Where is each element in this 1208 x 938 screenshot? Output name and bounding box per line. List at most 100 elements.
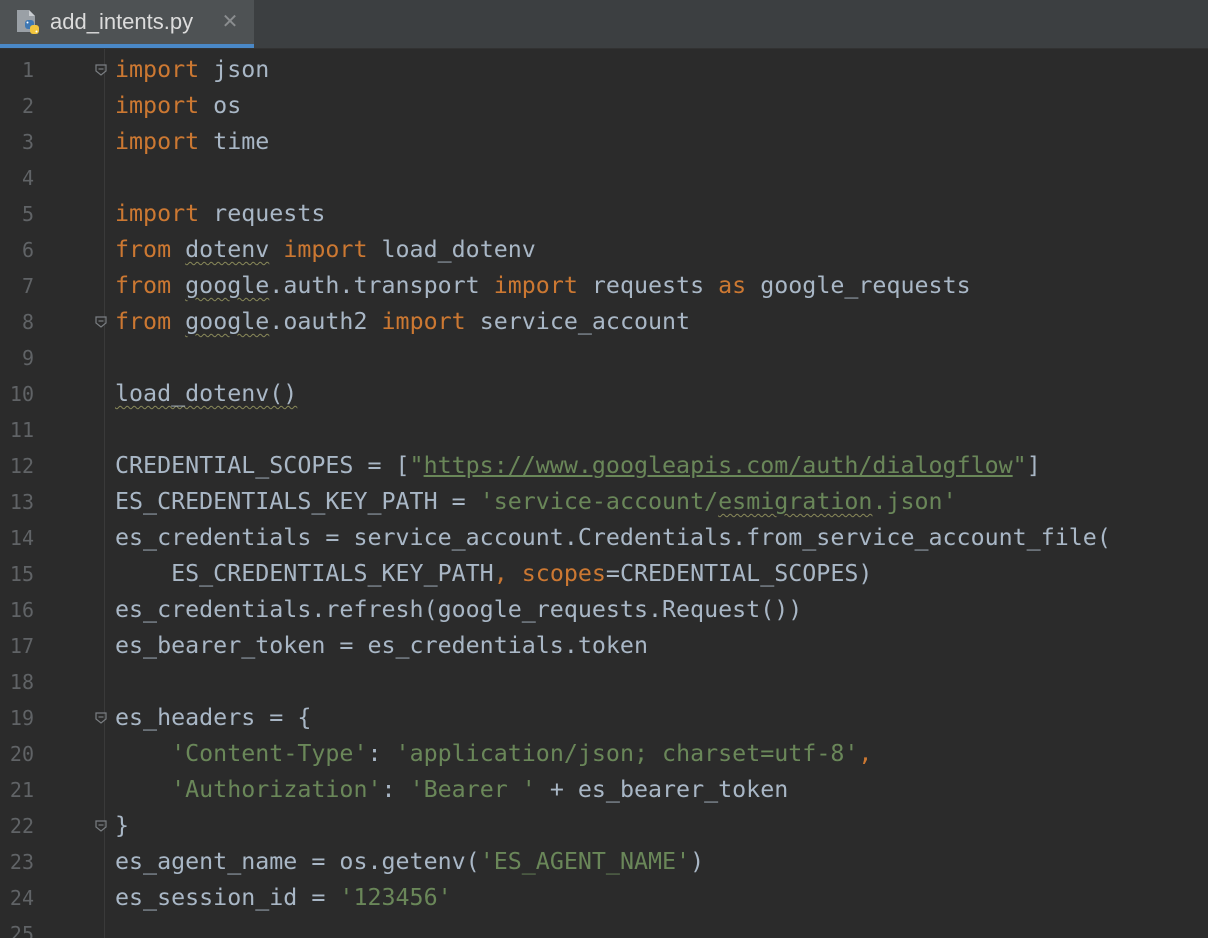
line-number: 8 — [21, 310, 34, 334]
code-token: import — [115, 92, 200, 119]
code-token: es_bearer_token = es_credentials.token — [115, 632, 648, 659]
code-line[interactable]: 18 — [0, 664, 1208, 700]
code-line[interactable]: 8 from google.oauth2 import service_accou… — [0, 304, 1208, 340]
line-number: 18 — [9, 670, 34, 694]
line-number: 15 — [9, 562, 34, 586]
fold-marker-icon[interactable] — [94, 711, 108, 725]
code-text: 'Content-Type': 'application/json; chars… — [115, 736, 872, 772]
code-token: time — [199, 128, 270, 155]
ide-window: add_intents.py ✕ 1 import json 2 import os 3… — [0, 0, 1208, 938]
code-text: ES_CREDENTIALS_KEY_PATH, scopes=CREDENTI… — [115, 556, 872, 592]
code-token: from — [115, 308, 172, 335]
code-text: es_agent_name = os.getenv('ES_AGENT_NAME… — [115, 844, 704, 880]
line-number: 16 — [9, 598, 34, 622]
code-text: from google.oauth2 import service_accoun… — [115, 304, 690, 340]
code-token: 'application/json; charset=utf-8' — [395, 740, 859, 767]
fold-marker-icon[interactable] — [94, 63, 108, 77]
line-number: 9 — [21, 346, 34, 370]
code-token: .oauth2 — [269, 308, 382, 335]
code-text: import json — [115, 52, 269, 88]
fold-marker-icon[interactable] — [94, 819, 108, 833]
code-line[interactable]: 6 from dotenv import load_dotenv — [0, 232, 1208, 268]
code-line[interactable]: 24 es_session_id = '123456' — [0, 880, 1208, 916]
code-token: '123456' — [339, 884, 452, 911]
line-number: 21 — [9, 778, 34, 802]
code-token: ES_CREDENTIALS_KEY_PATH = — [115, 488, 480, 515]
code-line[interactable]: 20 'Content-Type': 'application/json; ch… — [0, 736, 1208, 772]
line-number: 25 — [9, 922, 34, 938]
code-line[interactable]: 17 es_bearer_token = es_credentials.token — [0, 628, 1208, 664]
code-token: load_dotenv — [367, 236, 536, 263]
code-text: es_headers = { — [115, 700, 311, 736]
code-token: requests — [199, 200, 326, 227]
code-token: " — [409, 452, 424, 479]
code-line[interactable]: 25 — [0, 916, 1208, 938]
code-token: : — [367, 740, 396, 767]
code-line[interactable]: 4 — [0, 160, 1208, 196]
code-text: import time — [115, 124, 269, 160]
code-line[interactable]: 2 import os — [0, 88, 1208, 124]
code-line[interactable]: 9 — [0, 340, 1208, 376]
line-number: 2 — [21, 94, 34, 118]
line-number: 6 — [21, 238, 34, 262]
code-editor[interactable]: 1 import json 2 import os 3 import time 4 5 impo… — [0, 49, 1208, 938]
code-line[interactable]: 13 ES_CREDENTIALS_KEY_PATH = 'service-acc… — [0, 484, 1208, 520]
code-line[interactable]: 14 es_credentials = service_account.Crede… — [0, 520, 1208, 556]
close-icon[interactable]: ✕ — [220, 11, 240, 31]
code-token: ) — [690, 848, 705, 875]
code-token: google — [185, 272, 270, 299]
code-token: google_requests — [746, 272, 971, 299]
code-line[interactable]: 5 import requests — [0, 196, 1208, 232]
code-line[interactable]: 7 from google.auth.transport import reque… — [0, 268, 1208, 304]
code-token: import — [115, 56, 200, 83]
code-line[interactable]: 3 import time — [0, 124, 1208, 160]
code-line[interactable]: 10 load_dotenv() — [0, 376, 1208, 412]
code-token: : — [381, 776, 410, 803]
code-line[interactable]: 11 — [0, 412, 1208, 448]
code-token: import — [493, 272, 578, 299]
code-token: 'Authorization' — [171, 776, 382, 803]
code-line[interactable]: 16 es_credentials.refresh(google_requests… — [0, 592, 1208, 628]
code-line[interactable]: 15 ES_CREDENTIALS_KEY_PATH, scopes=CREDE… — [0, 556, 1208, 592]
code-line[interactable]: 21 'Authorization': 'Bearer ' + es_beare… — [0, 772, 1208, 808]
line-number: 12 — [9, 454, 34, 478]
code-token: .auth.transport — [269, 272, 494, 299]
code-text: import requests — [115, 196, 325, 232]
code-token: import — [115, 128, 200, 155]
code-text: es_credentials = service_account.Credent… — [115, 520, 1111, 556]
code-text: 'Authorization': 'Bearer ' + es_bearer_t… — [115, 772, 788, 808]
code-line[interactable]: 19 es_headers = { — [0, 700, 1208, 736]
fold-marker-icon[interactable] — [94, 315, 108, 329]
code-line[interactable]: 22} — [0, 808, 1208, 844]
code-text: } — [115, 808, 129, 844]
code-line[interactable]: 12 CREDENTIAL_SCOPES = ["https://www.goog… — [0, 448, 1208, 484]
code-text: CREDENTIAL_SCOPES = ["https://www.google… — [115, 448, 1041, 484]
code-token: requests — [577, 272, 719, 299]
code-token: google — [185, 308, 270, 335]
code-token: 'Bearer ' — [409, 776, 536, 803]
line-number: 19 — [9, 706, 34, 730]
tab-add-intents[interactable]: add_intents.py ✕ — [0, 0, 254, 48]
code-token: ES_CREDENTIALS_KEY_PATH — [115, 560, 494, 587]
code-text: es_bearer_token = es_credentials.token — [115, 628, 648, 664]
code-token: scopes — [521, 560, 606, 587]
code-token: dotenv — [185, 236, 270, 263]
line-number: 11 — [9, 418, 34, 442]
code-token: service_account — [465, 308, 691, 335]
code-token: CREDENTIAL_SCOPES = [ — [115, 452, 410, 479]
line-number: 23 — [9, 850, 34, 874]
python-file-icon — [17, 10, 39, 34]
code-token: https://www.googleapis.com/auth/dialogfl… — [423, 452, 1013, 479]
line-number: 4 — [21, 166, 34, 190]
code-line[interactable]: 1 import json — [0, 52, 1208, 88]
code-text: load_dotenv() — [115, 376, 297, 412]
code-token: load_dotenv() — [115, 380, 298, 407]
line-number: 20 — [9, 742, 34, 766]
code-line[interactable]: 23 es_agent_name = os.getenv('ES_AGENT_NA… — [0, 844, 1208, 880]
tab-filename: add_intents.py — [50, 9, 194, 34]
code-token: esmigration — [718, 488, 873, 515]
